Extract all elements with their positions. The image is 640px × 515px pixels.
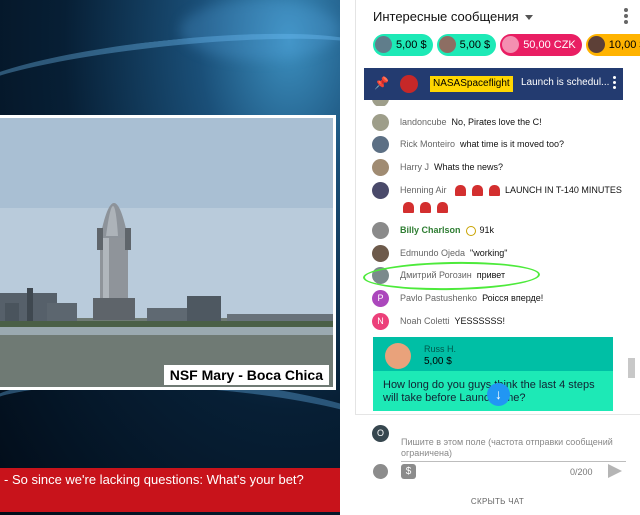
- pinned-message[interactable]: 📌 NASASpaceflight Launch is schedul...: [364, 68, 623, 100]
- super-chat-header: Russ H. 5,00 $: [373, 337, 613, 371]
- more-options-icon[interactable]: [613, 76, 616, 91]
- author-name[interactable]: Rick Monteiro: [400, 139, 455, 149]
- stream-page: NSF Mary - Boca Chica - So since we're l…: [0, 0, 640, 515]
- news-ticker: - So since we're lacking questions: What…: [0, 468, 340, 512]
- avatar: [438, 35, 456, 53]
- send-icon[interactable]: [608, 464, 622, 478]
- message-text: 91k: [479, 225, 495, 235]
- tip-amount: 10,00 $: [608, 39, 640, 51]
- avatar: [587, 35, 605, 53]
- author-name[interactable]: Pavlo Pastushenko: [400, 293, 477, 303]
- more-options-icon[interactable]: [624, 8, 628, 24]
- emoji-icon[interactable]: [373, 464, 388, 479]
- avatar: [375, 35, 392, 53]
- author-name[interactable]: landoncube: [400, 117, 447, 127]
- police-light-icon: [488, 185, 500, 197]
- avatar: [372, 245, 389, 262]
- camera-view: NSF Mary - Boca Chica: [0, 115, 336, 390]
- author-name[interactable]: Henning Air: [400, 185, 447, 195]
- message-text: YESSSSSS!: [454, 316, 506, 326]
- chat-composer: O Пишите в этом поле (частота отправки с…: [355, 414, 640, 515]
- avatar: N: [372, 313, 389, 330]
- author-name[interactable]: Harry J: [400, 162, 429, 172]
- author-name[interactable]: Billy Charlson: [400, 225, 461, 235]
- scroll-down-button[interactable]: ↓: [487, 383, 510, 406]
- rocket-scene-image: [0, 118, 333, 387]
- chevron-down-icon: [524, 15, 533, 21]
- list-item: [372, 100, 622, 106]
- video-player[interactable]: NSF Mary - Boca Chica - So since we're l…: [0, 0, 340, 515]
- chat-mode-dropdown[interactable]: Интересные сообщения: [373, 9, 533, 24]
- char-counter: 0/200: [570, 467, 593, 477]
- avatar: [385, 343, 411, 369]
- tip-chip[interactable]: 5,00 $: [373, 34, 433, 56]
- avatar: [502, 35, 520, 53]
- tip-amount: 50,00 CZK: [523, 39, 576, 51]
- super-chat-ticker: 5,00 $ 5,00 $ 50,00 CZK 10,00 $: [373, 34, 640, 58]
- avatar: [372, 159, 389, 176]
- pinned-author: NASASpaceflight: [430, 76, 513, 92]
- message-text: what time is it moved too?: [460, 139, 565, 149]
- avatar: [372, 136, 389, 153]
- super-chat-icon[interactable]: $: [401, 464, 416, 479]
- author-name[interactable]: Edmundo Ojeda: [400, 248, 465, 258]
- avatar: P: [372, 290, 389, 307]
- author-name[interactable]: Russ H.: [424, 344, 456, 354]
- camera-label: NSF Mary - Boca Chica: [163, 365, 329, 385]
- ticker-text: - So since we're lacking questions: What…: [4, 472, 304, 487]
- tip-chip[interactable]: 50,00 CZK: [500, 34, 582, 56]
- message-text: Роісся вперде!: [482, 293, 544, 303]
- background-glow: [180, 0, 340, 60]
- tip-chip[interactable]: 10,00 $: [585, 34, 640, 56]
- message-text: Whats the news?: [434, 162, 504, 172]
- police-light-icon: [420, 202, 431, 214]
- tip-amount: 5,00 $: [459, 39, 491, 51]
- hide-chat-button[interactable]: СКРЫТЬ ЧАТ: [355, 497, 640, 506]
- message-text: LAUNCH IN T-140 MINUTES: [505, 185, 622, 195]
- avatar: O: [372, 425, 389, 442]
- avatar: [400, 75, 418, 93]
- pinned-text: Launch is schedul...: [521, 77, 610, 88]
- chat-mode-label: Интересные сообщения: [373, 9, 519, 24]
- message-text: No, Pirates love the C!: [451, 117, 542, 127]
- scrollbar[interactable]: [628, 103, 636, 416]
- chat-header: Интересные сообщения: [356, 0, 640, 32]
- message-text: "working": [470, 248, 508, 258]
- pin-icon: 📌: [374, 76, 389, 90]
- avatar: [372, 114, 389, 131]
- author-name[interactable]: Noah Coletti: [400, 316, 450, 326]
- avatar: [372, 222, 389, 239]
- police-light-icon: [471, 185, 483, 197]
- super-chat-amount: 5,00 $: [424, 356, 452, 367]
- avatar: [372, 182, 389, 199]
- police-light-icon: [403, 202, 414, 214]
- tip-amount: 5,00 $: [396, 39, 427, 51]
- police-light-icon: [454, 185, 466, 197]
- tip-chip[interactable]: 5,00 $: [436, 34, 497, 56]
- scrollbar-thumb[interactable]: [628, 358, 635, 378]
- police-light-icon: [437, 202, 448, 214]
- chat-input[interactable]: Пишите в этом поле (частота отправки соо…: [401, 437, 626, 462]
- verified-badge-icon: [465, 225, 476, 236]
- avatar: [372, 100, 389, 106]
